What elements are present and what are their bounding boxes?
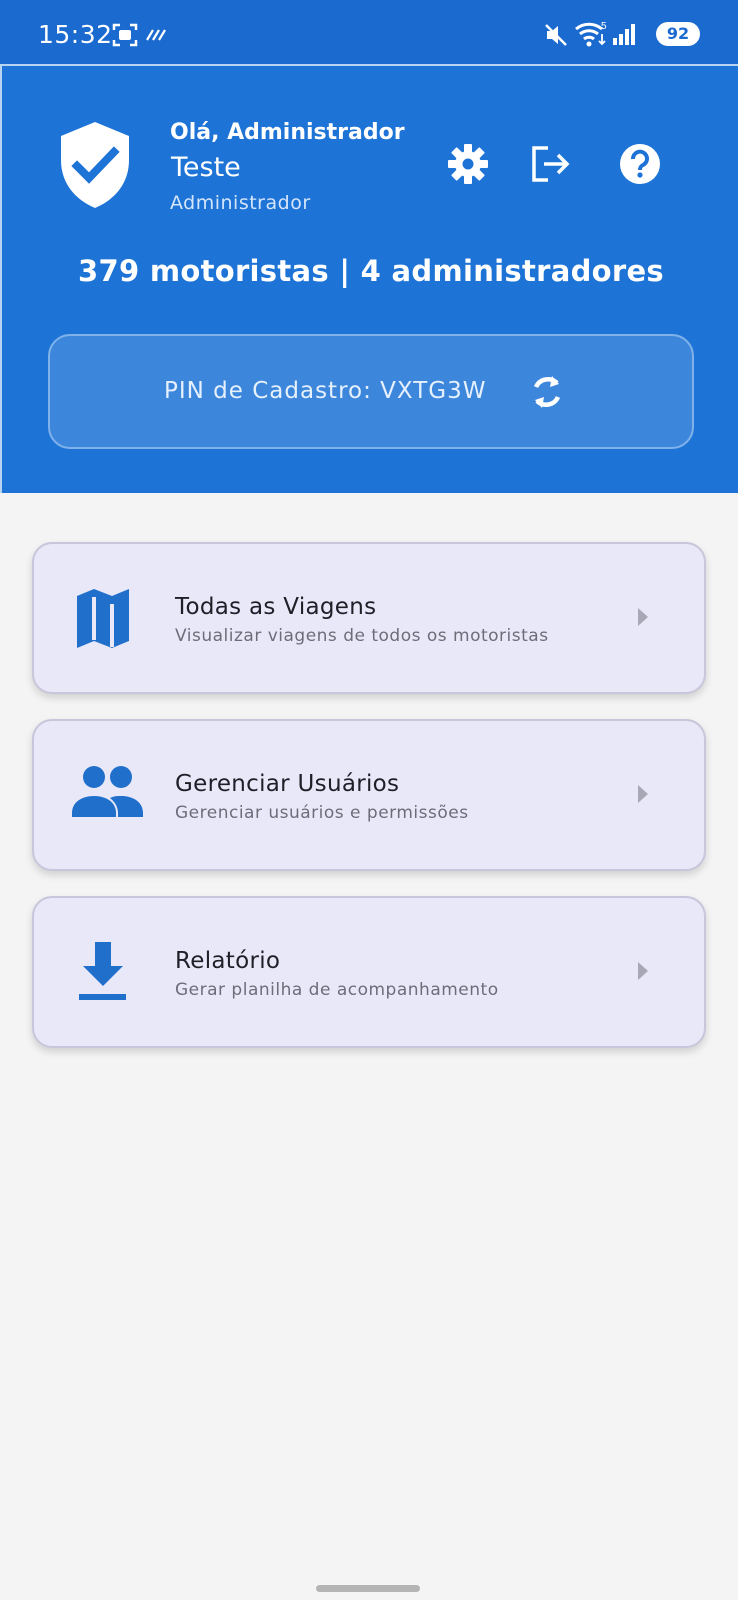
menu-card-all-trips[interactable]: Todas as Viagens Visualizar viagens de t… bbox=[32, 542, 706, 694]
user-name: Teste bbox=[171, 152, 241, 183]
download-icon bbox=[79, 942, 126, 1000]
card-title: Relatório bbox=[175, 948, 281, 974]
user-role: Administrador bbox=[170, 192, 311, 214]
card-subtitle: Visualizar viagens de todos os motorista… bbox=[175, 626, 549, 646]
mute-icon bbox=[545, 24, 567, 46]
battery-icon: 92 bbox=[656, 22, 700, 46]
map-icon bbox=[77, 589, 129, 648]
chevron-right-icon bbox=[638, 962, 648, 980]
menu-card-manage-users[interactable]: Gerenciar Usuários Gerenciar usuários e … bbox=[32, 719, 706, 871]
pin-box[interactable]: PIN de Cadastro: VXTG3W bbox=[48, 334, 694, 449]
users-icon bbox=[72, 766, 143, 817]
chevron-right-icon bbox=[638, 608, 648, 626]
gear-icon[interactable] bbox=[446, 142, 490, 186]
stats-summary: 379 motoristas | 4 administradores bbox=[78, 254, 664, 288]
shield-check-icon bbox=[61, 122, 129, 208]
menu-card-report[interactable]: Relatório Gerar planilha de acompanhamen… bbox=[32, 896, 706, 1048]
chevron-right-icon bbox=[638, 785, 648, 803]
svg-text:5: 5 bbox=[601, 21, 607, 32]
gesture-nav-handle[interactable] bbox=[316, 1585, 420, 1592]
status-time: 15:32 bbox=[38, 20, 113, 49]
greeting-text: Olá, Administrador bbox=[170, 120, 405, 145]
card-title: Gerenciar Usuários bbox=[175, 771, 400, 797]
wifi-icon: 5 bbox=[575, 21, 607, 47]
screenshot-icon bbox=[112, 23, 138, 47]
admin-header: Olá, Administrador Teste Administrador 3… bbox=[0, 64, 738, 493]
card-subtitle: Gerar planilha de acompanhamento bbox=[175, 980, 499, 1000]
refresh-icon[interactable] bbox=[526, 371, 568, 413]
logout-icon[interactable] bbox=[528, 142, 572, 186]
card-title: Todas as Viagens bbox=[175, 594, 377, 620]
pin-text: PIN de Cadastro: VXTG3W bbox=[164, 378, 487, 404]
help-icon[interactable] bbox=[618, 142, 662, 186]
card-subtitle: Gerenciar usuários e permissões bbox=[175, 803, 469, 823]
signal-icon bbox=[613, 24, 635, 45]
status-bar: 15:32 5 92 bbox=[0, 0, 738, 64]
data-saver-icon bbox=[146, 29, 166, 41]
